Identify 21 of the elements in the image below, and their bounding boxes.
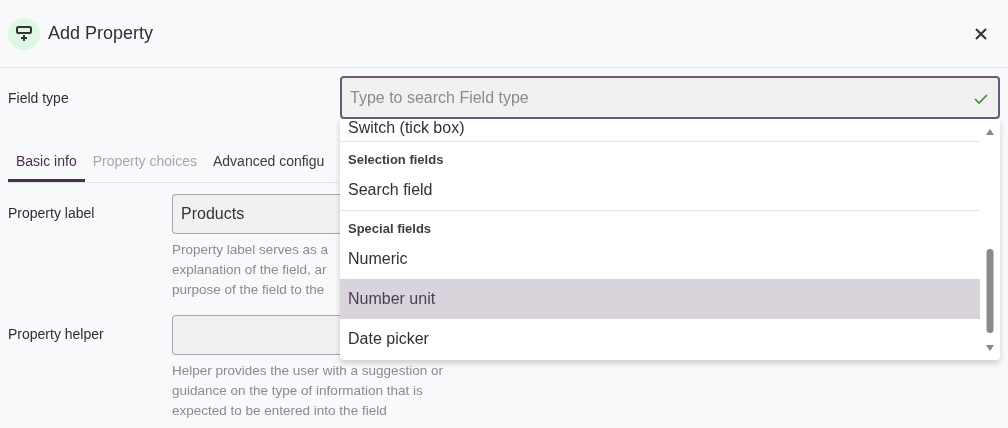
helper-text: Property label serves as a [172, 241, 329, 259]
field-label: Field type [8, 89, 70, 108]
helper-text: purpose of the field to the [172, 281, 325, 299]
tab[interactable]: Advanced configu [205, 142, 333, 182]
search-field[interactable]: Type to search Field type [340, 76, 1000, 119]
helper-text: guidance on the type of information that is [172, 382, 423, 400]
dropdown-option[interactable]: Search field [340, 170, 980, 210]
group-heading: Selection fields [347, 151, 445, 169]
dropdown-option[interactable]: Number unit [340, 279, 980, 319]
dialog-title: Add Property [48, 23, 155, 44]
helper-text: expected to be entered into the field [172, 402, 387, 420]
dropdown-option[interactable]: Date picker [340, 319, 980, 359]
helper-text: explanation of the field, ar [172, 261, 327, 279]
group-heading: Special fields [347, 220, 433, 238]
dropdown-option[interactable]: Switch (tick box) [340, 119, 980, 141]
helper-text: Helper provides the user with a suggestion or [172, 362, 443, 380]
text-field[interactable]: Products [172, 194, 340, 234]
field-label: Property label [8, 204, 96, 223]
dropdown-option[interactable]: Numeric [340, 239, 980, 279]
tab[interactable]: Basic info [8, 142, 85, 182]
field-label: Property helper [8, 325, 105, 344]
